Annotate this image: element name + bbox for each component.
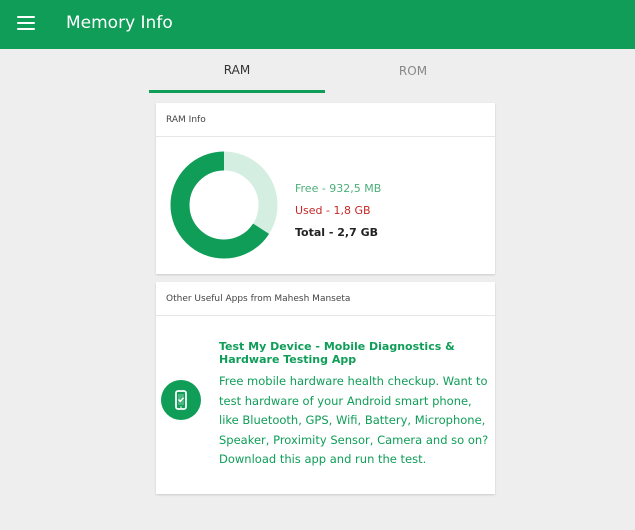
useful-apps-card: Other Useful Apps from Mahesh Manseta Te… (156, 282, 495, 494)
ram-total-label: Total - 2,7 GB (295, 226, 379, 239)
app-title-link[interactable]: Test My Device - Mobile Diagnostics & Ha… (219, 340, 489, 366)
ram-card-header: RAM Info (156, 103, 495, 137)
ram-donut-chart (170, 151, 278, 259)
tab-ram[interactable]: RAM (149, 49, 325, 93)
hamburger-menu-icon[interactable] (17, 16, 35, 30)
ram-info-card: RAM Info Free - 932,5 MB Used - 1,8 GB T… (156, 103, 495, 274)
app-description: Free mobile hardware health checkup. Wan… (219, 374, 489, 466)
ram-free-label: Free - 932,5 MB (295, 182, 382, 195)
tab-bar: RAM ROM (149, 49, 501, 93)
app-title: Memory Info (66, 13, 173, 33)
apps-card-header: Other Useful Apps from Mahesh Manseta (156, 282, 495, 316)
phone-check-icon[interactable] (161, 380, 201, 420)
ram-used-label: Used - 1,8 GB (295, 204, 371, 217)
ram-legend: Free - 932,5 MB Used - 1,8 GB Total - 2,… (295, 178, 381, 244)
app-bar: Memory Info (0, 0, 635, 49)
tab-rom[interactable]: ROM (325, 49, 501, 93)
